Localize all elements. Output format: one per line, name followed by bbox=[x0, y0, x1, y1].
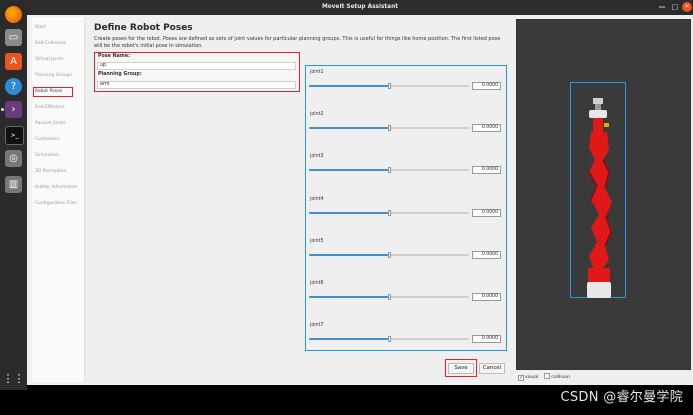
slider-handle[interactable] bbox=[387, 209, 391, 216]
robot-arm-model bbox=[587, 98, 612, 298]
slider-fill bbox=[309, 169, 389, 172]
sidebar-item-start[interactable]: Start bbox=[35, 25, 46, 30]
ubuntu-dock: ▭ A ? › >_ ◎ ▥ ⋮⋮ bbox=[0, 0, 27, 390]
joint-slider[interactable] bbox=[309, 294, 469, 300]
joint-value-input[interactable]: 0.0000 bbox=[472, 250, 501, 259]
slider-fill bbox=[309, 253, 389, 256]
sidebar-item-passive-joints[interactable]: Passive Joints bbox=[35, 121, 65, 126]
slider-handle[interactable] bbox=[387, 125, 391, 132]
slider-fill bbox=[309, 127, 389, 130]
joint-label: joint7 bbox=[310, 323, 324, 329]
navigation-sidebar: Start Self-Collisions Virtual Joints Pla… bbox=[32, 17, 85, 382]
pose-form: Pose Name: up Planning Group: arm bbox=[94, 52, 300, 92]
joint-label: joint4 bbox=[310, 196, 324, 202]
screenshot-icon[interactable]: ◎ bbox=[5, 150, 22, 167]
joint-value-input[interactable]: 0.0000 bbox=[472, 335, 501, 344]
viewer-options: ✓ visual collision bbox=[518, 373, 570, 381]
joint-slider[interactable] bbox=[309, 251, 469, 258]
robot-3d-viewer[interactable] bbox=[516, 19, 691, 370]
joint-slider[interactable] bbox=[309, 167, 469, 174]
sidebar-item-simulation[interactable]: Simulation bbox=[35, 153, 59, 158]
software-center-icon[interactable]: A bbox=[5, 53, 22, 70]
sidebar-item-end-effectors[interactable]: End Effectors bbox=[35, 105, 65, 110]
joint-label: joint6 bbox=[310, 281, 324, 286]
joint-label: joint3 bbox=[310, 154, 324, 160]
slider-handle[interactable] bbox=[387, 83, 391, 89]
planning-group-select[interactable]: arm bbox=[97, 81, 296, 89]
pose-name-label: Pose Name: bbox=[98, 54, 131, 59]
visual-label: visual bbox=[525, 375, 539, 380]
firefox-icon[interactable] bbox=[5, 6, 22, 23]
joint-value-input[interactable]: 0.0000 bbox=[472, 82, 501, 90]
joint-label: joint2 bbox=[310, 112, 324, 118]
sidebar-item-planning-groups[interactable]: Planning Groups bbox=[35, 73, 72, 78]
collision-label: collision bbox=[551, 375, 570, 380]
slider-handle[interactable] bbox=[387, 251, 391, 258]
active-app-indicator bbox=[1, 108, 4, 111]
joint-value-input[interactable]: 0.0000 bbox=[472, 124, 501, 133]
slider-handle[interactable] bbox=[387, 294, 391, 300]
sidebar-item-virtual-joints[interactable]: Virtual Joints bbox=[35, 57, 63, 62]
pose-name-input[interactable]: up bbox=[97, 62, 296, 70]
slider-fill bbox=[309, 211, 389, 214]
slider-fill bbox=[309, 85, 389, 87]
close-icon[interactable]: ✕ bbox=[682, 2, 692, 12]
joint-sliders-panel: joint1 0.0000 joint2 0.0000 joint3 0.0000 join… bbox=[305, 65, 507, 351]
joint-slider[interactable] bbox=[309, 125, 469, 132]
title-bar: MoveIt Setup Assistant — □ ✕ bbox=[27, 0, 693, 15]
joint-label: joint1 bbox=[310, 70, 324, 75]
page-title: Define Robot Poses bbox=[94, 23, 193, 33]
planning-group-label: Planning Group: bbox=[98, 72, 142, 77]
collision-checkbox[interactable] bbox=[544, 373, 551, 379]
slider-handle[interactable] bbox=[387, 167, 391, 174]
joint-value-input[interactable]: 0.0000 bbox=[472, 293, 501, 301]
trash-icon[interactable]: ▥ bbox=[5, 176, 22, 193]
window-title: MoveIt Setup Assistant bbox=[322, 4, 398, 10]
joint-value-input[interactable]: 0.0000 bbox=[472, 166, 501, 175]
help-icon[interactable]: ? bbox=[5, 78, 22, 95]
robot-poses-highlight bbox=[33, 86, 73, 97]
joint-slider[interactable] bbox=[309, 209, 469, 216]
sidebar-item-author-information[interactable]: Author Information bbox=[35, 185, 78, 190]
sidebar-item-self-collisions[interactable]: Self-Collisions bbox=[35, 41, 66, 46]
minimize-icon[interactable]: — bbox=[657, 2, 667, 12]
slider-fill bbox=[309, 296, 389, 298]
moveit-icon[interactable]: › bbox=[5, 101, 22, 118]
slider-fill bbox=[309, 338, 389, 341]
joint-slider[interactable] bbox=[309, 336, 469, 343]
sidebar-item-configuration-files[interactable]: Configuration Files bbox=[35, 201, 77, 206]
terminal-icon[interactable]: >_ bbox=[5, 126, 24, 145]
joint-value-input[interactable]: 0.0000 bbox=[472, 208, 501, 217]
maximize-icon[interactable]: □ bbox=[670, 2, 680, 12]
setup-assistant-window: Start Self-Collisions Virtual Joints Pla… bbox=[27, 15, 693, 385]
cancel-button[interactable]: Cancel bbox=[479, 363, 505, 374]
joint-slider[interactable] bbox=[309, 83, 469, 89]
sidebar-item-controllers[interactable]: Controllers bbox=[35, 137, 59, 142]
files-icon[interactable]: ▭ bbox=[5, 29, 22, 46]
visual-checkbox[interactable]: ✓ bbox=[518, 375, 524, 381]
joint-label: joint5 bbox=[310, 238, 324, 244]
page-description: Create poses for the robot. Poses are de… bbox=[94, 36, 501, 49]
sidebar-item-3d-perception[interactable]: 3D Perception bbox=[35, 169, 67, 174]
app-grid-icon[interactable]: ⋮⋮ bbox=[3, 370, 25, 387]
watermark-text: CSDN @睿尔曼学院 bbox=[560, 390, 683, 405]
slider-handle[interactable] bbox=[387, 336, 391, 343]
save-button[interactable]: Save bbox=[448, 363, 474, 374]
